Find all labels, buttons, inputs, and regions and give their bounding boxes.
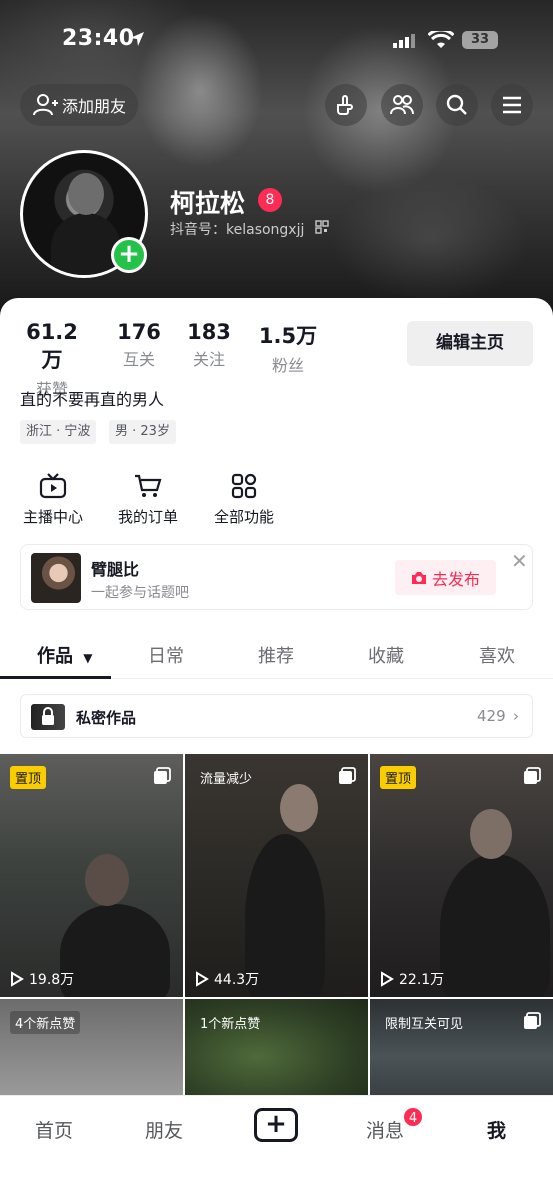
- quick-action-all-features[interactable]: 全部功能: [199, 470, 289, 527]
- promo-thumbnail: [31, 553, 81, 603]
- active-tab-indicator: [0, 676, 111, 679]
- bottom-navigation: 首页 朋友 + 消息 4 我: [0, 1095, 553, 1200]
- topic-promo-card[interactable]: 臂腿比 一起参与话题吧 去发布 ✕: [20, 544, 533, 610]
- view-count-value: 22.1万: [399, 972, 445, 988]
- hand-pointer-icon: [337, 95, 353, 115]
- pinned-badge: 置顶: [10, 766, 47, 789]
- quick-action-my-orders[interactable]: 我的订单: [103, 470, 193, 527]
- edit-profile-button[interactable]: 编辑主页: [407, 321, 533, 366]
- profile-name: 柯拉松: [170, 189, 246, 218]
- go-post-button[interactable]: 去发布: [395, 560, 496, 595]
- tab-recommended[interactable]: 推荐: [258, 642, 294, 668]
- private-works-label: 私密作品: [76, 709, 137, 727]
- location-arrow-icon: [130, 32, 144, 46]
- location-tag: 浙江 · 宁波: [20, 420, 97, 444]
- battery-indicator: 33: [462, 31, 498, 49]
- add-friend-button[interactable]: 添加朋友: [20, 84, 138, 126]
- video-thumbnail[interactable]: 1个新点赞: [185, 999, 368, 1095]
- private-works-count: 429: [477, 707, 506, 725]
- create-post-button[interactable]: +: [254, 1108, 298, 1142]
- stat-value: 61.2万: [26, 320, 78, 372]
- wifi-icon: [428, 31, 454, 48]
- go-post-label: 去发布: [431, 569, 480, 589]
- video-thumbnail[interactable]: 置顶 22.1万: [370, 754, 553, 997]
- tab-works[interactable]: 作品 ▼: [37, 642, 93, 668]
- view-count: 44.3万: [195, 969, 259, 989]
- stat-label: 互关: [122, 350, 155, 369]
- video-thumbnail[interactable]: 流量减少 44.3万: [185, 754, 368, 997]
- visibility-badge: 限制互关可见: [385, 1017, 464, 1032]
- gesture-button[interactable]: [325, 84, 367, 126]
- play-icon: [381, 971, 394, 987]
- multi-post-icon: [154, 767, 171, 784]
- top-bar: 添加朋友: [0, 84, 553, 126]
- stat-followers[interactable]: 1.5万 粉丝: [256, 320, 320, 400]
- multi-post-icon: [339, 767, 356, 784]
- camera-icon: [411, 571, 426, 584]
- nav-messages[interactable]: 消息: [366, 1116, 404, 1143]
- view-count-value: 44.3万: [214, 972, 260, 988]
- new-likes-badge: 1个新点赞: [200, 1017, 261, 1032]
- new-likes-badge: 4个新点赞: [10, 1011, 81, 1034]
- tab-daily[interactable]: 日常: [148, 642, 184, 668]
- chevron-right-icon: ›: [513, 707, 519, 725]
- menu-button[interactable]: [491, 84, 533, 126]
- search-button[interactable]: [436, 84, 478, 126]
- nav-home[interactable]: 首页: [35, 1116, 73, 1143]
- tab-label: 作品: [37, 646, 73, 667]
- quick-action-label: 我的订单: [117, 508, 178, 526]
- promo-subtitle: 一起参与话题吧: [91, 585, 189, 601]
- stat-label: 粉丝: [271, 356, 304, 375]
- play-icon: [11, 971, 24, 987]
- name-level-badge[interactable]: 8: [258, 188, 282, 212]
- status-bar: 23:40 33: [0, 26, 553, 56]
- tv-icon: [39, 473, 67, 499]
- private-works-row[interactable]: 私密作品 429 ›: [20, 694, 533, 738]
- gender-age-tag: 男 · 23岁: [109, 420, 176, 444]
- content-tabs: 作品 ▼ 日常 推荐 收藏 喜欢: [0, 638, 553, 680]
- profile-bio: 直的不要再直的男人: [20, 390, 165, 409]
- grid-icon: [231, 473, 257, 499]
- visitors-button[interactable]: [381, 84, 423, 126]
- quick-action-label: 全部功能: [213, 508, 274, 526]
- multi-post-icon: [524, 767, 541, 784]
- view-count: 22.1万: [380, 969, 444, 989]
- lock-icon: [31, 704, 65, 730]
- people-icon: [390, 95, 414, 115]
- quick-action-label: 主播中心: [22, 508, 83, 526]
- stat-following[interactable]: 183 关注: [177, 320, 241, 400]
- tab-likes[interactable]: 喜欢: [479, 642, 515, 668]
- nav-friends[interactable]: 朋友: [145, 1116, 183, 1143]
- tab-favorites[interactable]: 收藏: [368, 642, 404, 668]
- pinned-badge: 置顶: [380, 766, 417, 789]
- status-badge: 流量减少: [200, 772, 253, 787]
- view-count-value: 19.8万: [29, 972, 75, 988]
- view-count: 19.8万: [10, 969, 74, 989]
- cart-icon: [135, 474, 162, 497]
- hamburger-menu-icon: [503, 96, 521, 114]
- douyin-id: 抖音号：kelasongxjj: [170, 222, 305, 238]
- multi-post-icon: [524, 1012, 541, 1029]
- stat-value: 183: [187, 320, 231, 344]
- status-time: 23:40: [62, 26, 135, 51]
- video-thumbnail[interactable]: 4个新点赞: [0, 999, 183, 1095]
- video-thumbnail[interactable]: 置顶 19.8万: [0, 754, 183, 997]
- add-person-icon: [33, 94, 58, 116]
- quick-action-streamer-center[interactable]: 主播中心: [8, 470, 98, 527]
- search-icon: [446, 94, 467, 115]
- close-icon[interactable]: ✕: [511, 549, 528, 573]
- nav-me[interactable]: 我: [487, 1116, 506, 1143]
- stat-label: 关注: [192, 350, 225, 369]
- messages-count-badge: 4: [402, 1106, 424, 1128]
- dropdown-triangle-icon: ▼: [83, 651, 93, 665]
- cellular-signal-icon: [393, 34, 415, 48]
- stat-value: 1.5万: [258, 324, 318, 348]
- qr-code-icon[interactable]: [315, 220, 329, 234]
- stat-value: 176: [117, 320, 161, 344]
- video-thumbnail[interactable]: 限制互关可见: [370, 999, 553, 1095]
- promo-title: 臂腿比: [91, 560, 140, 579]
- add-story-icon[interactable]: +: [111, 237, 147, 273]
- play-icon: [196, 971, 209, 987]
- add-friend-label: 添加朋友: [62, 97, 127, 116]
